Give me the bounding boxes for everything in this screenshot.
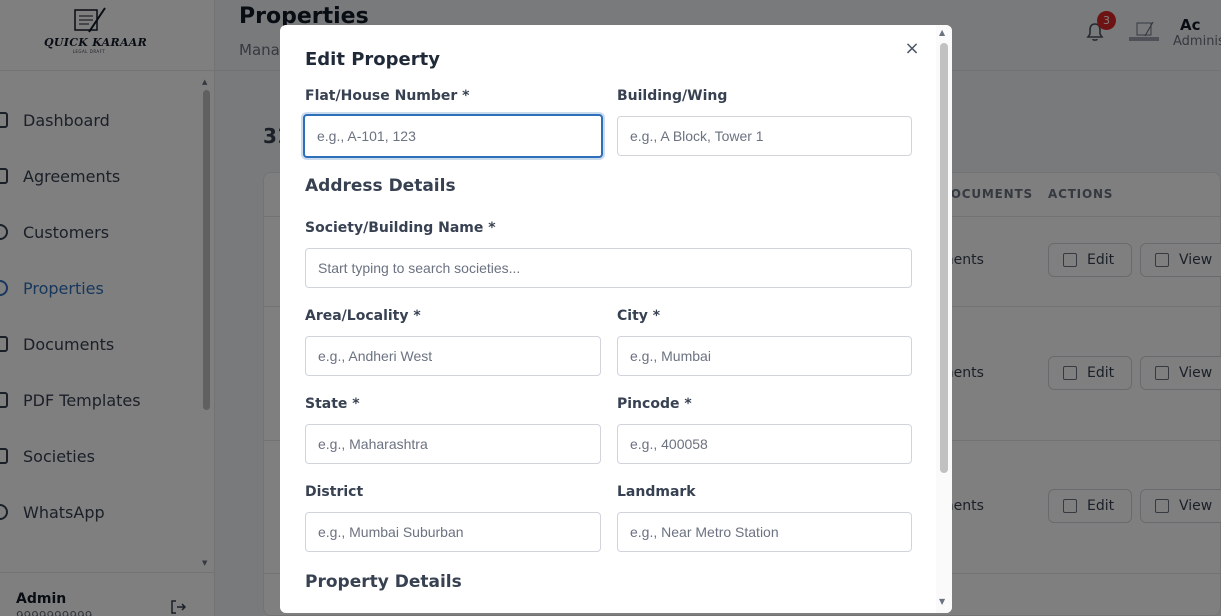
society-label: Society/Building Name * [305, 220, 496, 236]
city-input[interactable] [617, 336, 912, 376]
landmark-input[interactable] [617, 512, 912, 552]
section-heading-address: Address Details [305, 176, 456, 196]
close-icon[interactable]: × [903, 40, 921, 58]
section-heading-property: Property Details [305, 572, 462, 592]
area-label: Area/Locality * [305, 308, 421, 324]
district-label: District [305, 484, 364, 500]
building-wing-input[interactable] [617, 116, 912, 156]
modal-title: Edit Property [305, 49, 440, 70]
pincode-label: Pincode * [617, 396, 692, 412]
landmark-label: Landmark [617, 484, 696, 500]
area-locality-input[interactable] [305, 336, 601, 376]
society-search-input[interactable] [305, 248, 912, 288]
flat-number-input[interactable] [303, 114, 603, 158]
building-label: Building/Wing [617, 88, 728, 104]
pincode-input[interactable] [617, 424, 912, 464]
scroll-down-icon[interactable]: ▼ [939, 597, 945, 606]
district-input[interactable] [305, 512, 601, 552]
flat-label: Flat/House Number * [305, 88, 470, 104]
state-input[interactable] [305, 424, 601, 464]
state-label: State * [305, 396, 360, 412]
scroll-up-icon[interactable]: ▲ [939, 28, 945, 37]
edit-property-modal: Edit Property × Flat/House Number * Buil… [280, 25, 952, 613]
modal-scrollbar-thumb[interactable] [940, 43, 948, 473]
city-label: City * [617, 308, 661, 324]
